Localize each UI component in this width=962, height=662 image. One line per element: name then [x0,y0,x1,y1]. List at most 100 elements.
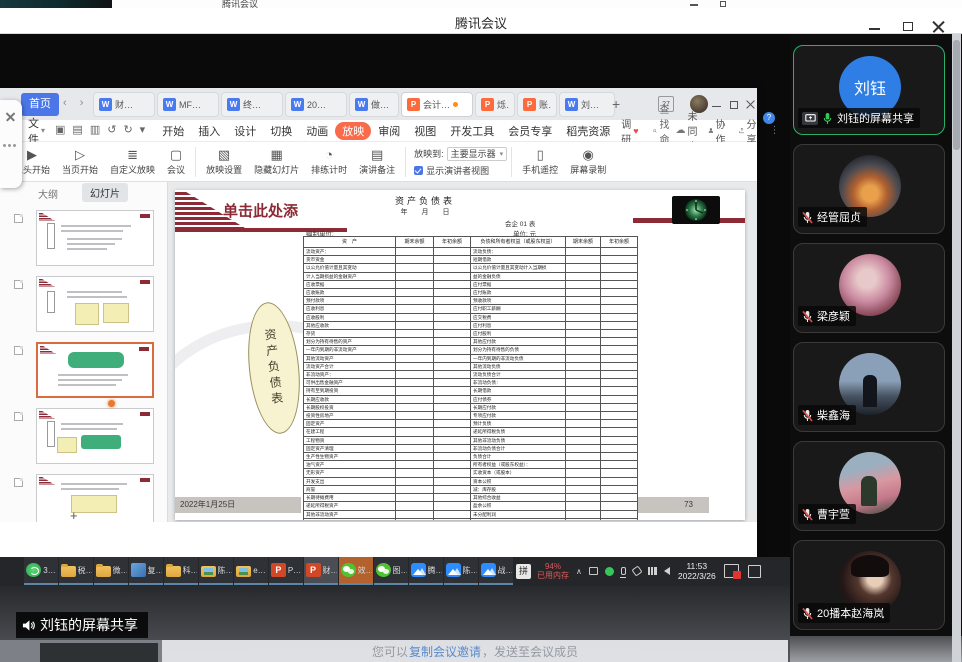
menu-切换[interactable]: 切换 [263,122,299,140]
menu-视图[interactable]: 视图 [407,122,443,140]
participant-tile[interactable]: 梁彦颖 [793,243,945,333]
document-tab[interactable]: P烁… [475,92,515,117]
participant-tile[interactable]: 曹宇萱 [793,441,945,531]
taskbar-button[interactable]: 图… [374,557,408,585]
slide-animation-flag-icon[interactable] [14,478,23,487]
menu-插入[interactable]: 插入 [191,122,227,140]
ribbon-button-手机遥控[interactable]: ▯ 手机遥控 [516,143,564,181]
ribbon-button-当页开始[interactable]: ▷ 当页开始 [56,143,104,181]
taskbar-clock[interactable]: 11:53 2022/3/26 [678,561,716,581]
taskbar-button[interactable]: 陈… [444,557,478,585]
document-tab[interactable]: W 刘… [559,92,615,117]
slide-animation-flag-icon[interactable] [14,280,23,289]
undo-icon[interactable]: ↺ [107,125,116,136]
menu-会员专享[interactable]: 会员专享 [501,122,559,140]
slide-thumbnail[interactable] [36,474,154,522]
memory-monitor[interactable]: 94% 已用内存 [537,562,569,580]
new-tab-button[interactable]: + [612,96,620,112]
document-tab[interactable]: W 财… [93,92,155,117]
wps-home-tab[interactable]: 首页 [21,93,59,116]
menu-审阅[interactable]: 审阅 [371,122,407,140]
document-tab[interactable]: W 终… [221,92,283,117]
ime-indicator[interactable]: 拼 [516,563,531,579]
taskbar-button[interactable]: 效… [339,557,373,585]
more-options-icon[interactable]: ⋮ [770,125,780,136]
tab-outline[interactable]: 大纲 [38,186,58,201]
plug-icon[interactable] [588,567,598,575]
taskbar-button[interactable]: P… [269,557,303,585]
participant-tile[interactable]: 经管屈贞 [793,144,945,234]
menu-设计[interactable]: 设计 [227,122,263,140]
document-tab[interactable]: W MF… [157,92,219,117]
help-icon[interactable]: ? [763,112,775,124]
menu-稻壳资源[interactable]: 稻壳资源 [559,122,617,140]
redo-icon[interactable]: ↻ [123,125,132,136]
print-icon[interactable]: ▥ [90,125,100,136]
volume-icon[interactable] [663,567,670,575]
slide-animation-flag-icon[interactable] [14,412,23,421]
minimize-button[interactable] [868,20,881,33]
taskbar-button[interactable]: 科… [164,557,198,585]
participant-tile[interactable]: 刘钰 刘钰的屏幕共享 [793,45,945,135]
slide-animation-flag-icon[interactable] [14,214,23,223]
microphone-tray-icon[interactable] [620,567,626,575]
ribbon-button-放映设置[interactable]: ▧ 放映设置 [200,143,248,181]
slide-title[interactable]: 单击此处添 [223,200,298,221]
slide-animation-flag-icon[interactable] [14,346,23,355]
taskbar-button[interactable]: 腾… [409,557,443,585]
display-select[interactable]: 主要显示器 ▾ [446,146,508,161]
ribbon-button-屏幕录制[interactable]: ◉ 屏幕录制 [564,143,612,181]
output-icon[interactable]: ▤ [72,125,82,136]
ribbon-button-演讲备注[interactable]: ▤ 演讲备注 [353,143,401,181]
taskbar-button[interactable]: 3… [24,557,58,585]
collaborate-button[interactable]: 协作 [708,116,729,146]
document-tab[interactable]: W 做… [349,92,399,117]
menu-放映[interactable]: 放映 [335,121,372,140]
sidebar-scrollbar[interactable] [952,34,961,662]
tab-slides[interactable]: 幻灯片 [82,183,128,202]
ribbon-button-隐藏幻灯片[interactable]: ▦ 隐藏幻灯片 [248,143,305,181]
hidden-icons-chevron[interactable]: ∧ [576,567,582,576]
taskbar-button[interactable]: 陈… [199,557,233,585]
phone-tray-icon[interactable] [631,565,643,577]
notification-icon[interactable] [723,564,741,579]
more-icon[interactable] [3,144,19,150]
taskbar-button[interactable]: 财… [304,557,338,585]
share-button[interactable]: 分享 [738,116,760,146]
taskbar-button[interactable]: 微… [94,557,128,585]
participant-tile[interactable]: 柴鑫海 [793,342,945,432]
slide-canvas[interactable]: 单击此处添 资产负债表 年 月 日 会企 01 表 编制单位: 单位: 元 资 … [175,190,745,520]
close-button[interactable] [932,20,945,33]
taskbar-button[interactable]: 税… [59,557,93,585]
ribbon-button-会议[interactable]: ▢ 会议 [161,143,191,181]
slide-thumbnail[interactable] [36,408,154,464]
document-tab[interactable]: W 20… [285,92,347,117]
taskbar-button[interactable]: e… [234,557,268,585]
slide-thumbnail[interactable] [36,342,154,398]
presenter-view-checkbox[interactable]: 显示演讲者视图 [414,164,507,177]
antivirus-icon[interactable] [604,566,614,576]
ribbon-button-自定义放映[interactable]: ≣ 自定义放映 [104,143,161,181]
taskbar-button[interactable]: 复… [129,557,163,585]
promo-item[interactable]: 调研 ♥ [621,116,638,146]
participant-tile[interactable]: 20播本赵海岚 [793,540,945,630]
menu-开始[interactable]: 开始 [155,122,191,140]
slide-thumbnail[interactable] [36,276,154,332]
tab-scroll-arrows[interactable]: ‹ › [63,97,88,109]
add-slide-button[interactable]: + [70,508,78,522]
document-tab[interactable]: P账… [517,92,557,117]
ribbon-button-排练计时[interactable]: ◔ 排练计时 [305,143,353,181]
document-tab[interactable]: P 会计… [401,92,473,117]
copy-invite-link[interactable]: 复制会议邀请 [409,643,481,660]
scrollbar-thumb[interactable] [953,40,960,150]
close-icon[interactable] [4,110,18,124]
show-desktop-icon[interactable] [747,564,761,578]
slide-thumbnail[interactable] [36,210,154,266]
save-icon[interactable]: ▣ [55,125,65,136]
menu-动画[interactable]: 动画 [299,122,335,140]
maximize-button[interactable] [902,20,915,33]
network-icon[interactable] [647,567,657,575]
menu-开发工具[interactable]: 开发工具 [443,122,501,140]
chevron-down-icon[interactable]: ▾ [140,125,146,136]
taskbar-button[interactable]: 战… [479,557,513,585]
